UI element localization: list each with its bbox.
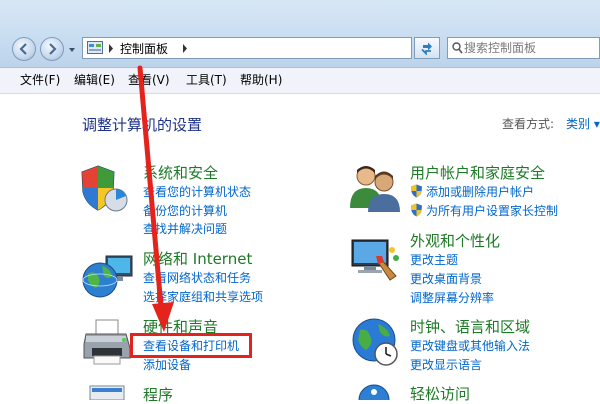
- annotation-arrow-icon: [137, 65, 174, 332]
